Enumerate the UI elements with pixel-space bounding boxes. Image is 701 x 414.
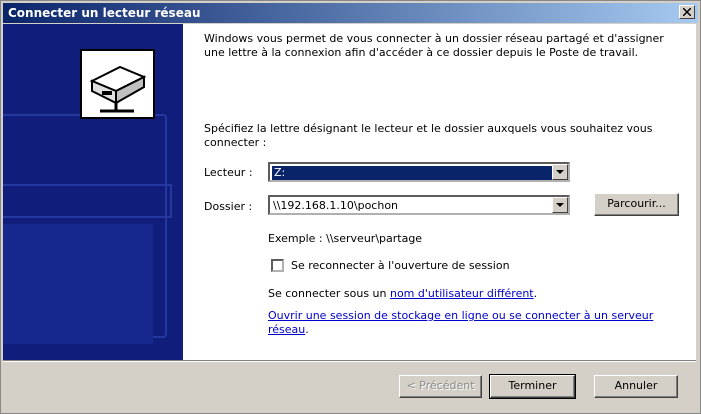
- side-illustration: [3, 24, 183, 360]
- other-user-line: Se connecter sous un nom d'utilisateur d…: [268, 287, 537, 300]
- network-drive-icon: [80, 49, 155, 119]
- close-icon: [683, 8, 691, 16]
- window-title: Connecter un lecteur réseau: [8, 6, 201, 20]
- storage-suffix: .: [305, 323, 309, 336]
- folder-dropdown-button[interactable]: [552, 197, 568, 213]
- drive-dropdown-button[interactable]: [552, 164, 568, 180]
- instruction-text: Spécifiez la lettre désignant le lecteur…: [204, 122, 653, 149]
- different-username-link[interactable]: nom d'utilisateur différent: [390, 287, 534, 300]
- panel-decoration: [3, 224, 153, 344]
- browse-button[interactable]: Parcourir...: [594, 193, 679, 216]
- back-button[interactable]: < Précédent: [399, 375, 482, 398]
- folder-combobox[interactable]: \\192.168.1.10\pochon: [268, 195, 570, 215]
- wizard-content: Windows vous permet de vous connecter à …: [3, 24, 696, 360]
- other-user-suffix: .: [533, 287, 538, 300]
- chevron-down-icon: [556, 203, 564, 207]
- close-button[interactable]: [679, 5, 695, 19]
- reconnect-label[interactable]: Se reconnecter à l'ouverture de session: [291, 259, 510, 272]
- other-user-prefix: Se connecter sous un: [268, 287, 390, 300]
- drive-selected-value: Z:: [272, 166, 554, 180]
- footer-separator: [3, 360, 696, 362]
- online-storage-link[interactable]: Ouvrir une session de stockage en ligne …: [268, 309, 653, 336]
- intro-text: Windows vous permet de vous connecter à …: [204, 32, 664, 59]
- chevron-down-icon: [556, 170, 564, 174]
- folder-input[interactable]: \\192.168.1.10\pochon: [273, 199, 398, 212]
- reconnect-checkbox[interactable]: [271, 259, 284, 272]
- drive-label: Lecteur :: [204, 166, 253, 179]
- title-bar[interactable]: Connecter un lecteur réseau: [3, 3, 698, 23]
- folder-label: Dossier :: [204, 200, 253, 213]
- cancel-button[interactable]: Annuler: [594, 375, 678, 398]
- example-text: Exemple : \\serveur\partage: [268, 232, 423, 245]
- panel-decoration: [3, 184, 172, 218]
- finish-button[interactable]: Terminer: [489, 374, 576, 399]
- drive-select[interactable]: Z:: [268, 162, 570, 182]
- storage-line: Ouvrir une session de stockage en ligne …: [268, 309, 678, 337]
